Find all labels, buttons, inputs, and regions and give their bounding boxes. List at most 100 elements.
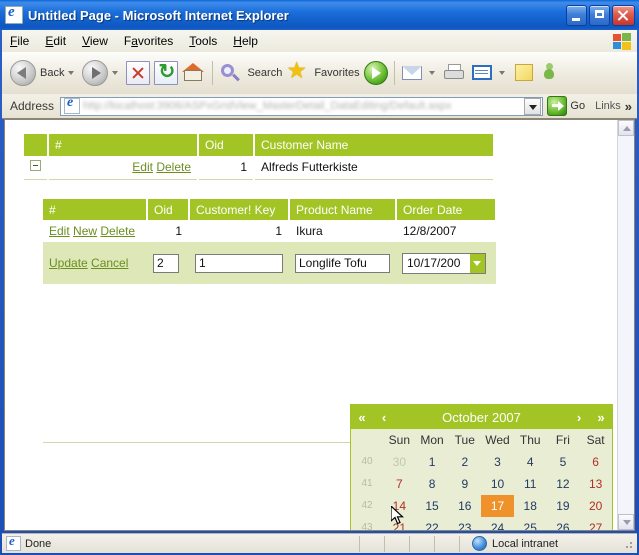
search-icon (219, 61, 243, 85)
calendar-day-cell[interactable]: 9 (448, 473, 481, 495)
mail-button[interactable] (399, 56, 441, 90)
prev-year-button[interactable]: « (351, 410, 373, 425)
resize-grip[interactable] (622, 538, 634, 550)
calendar-day-cell[interactable]: 12 (547, 473, 580, 495)
calendar-day-cell[interactable]: 20 (579, 495, 612, 517)
menu-item-file[interactable]: FFileile (2, 32, 37, 50)
next-year-button[interactable]: » (590, 410, 612, 425)
calendar-day-cell[interactable]: 25 (514, 517, 547, 530)
calendar-day-cell[interactable]: 30 (383, 451, 416, 473)
print-button[interactable] (441, 56, 469, 90)
menu-item-tools[interactable]: Tools (181, 32, 225, 50)
master-edit-link[interactable]: Edit (132, 160, 153, 174)
calendar-day-cell[interactable]: 24 (481, 517, 514, 530)
maximize-button[interactable] (589, 5, 610, 26)
calendar-day-cell[interactable]: 22 (416, 517, 449, 530)
calendar-day-cell[interactable]: 26 (547, 517, 580, 530)
calendar-day-cell[interactable]: 21 (383, 517, 416, 530)
favorites-button[interactable]: Favorites (284, 56, 361, 90)
minimize-button[interactable] (566, 5, 587, 26)
scroll-down-button[interactable] (618, 514, 634, 530)
mail-dropdown-caret-icon[interactable] (429, 71, 435, 75)
calendar-day-cell[interactable]: 16 (448, 495, 481, 517)
detail-col-hash: # (43, 199, 147, 220)
oid-input[interactable] (153, 254, 179, 273)
calendar-day-cell[interactable]: 19 (547, 495, 580, 517)
links-label[interactable]: Links (595, 100, 621, 112)
calendar-day-cell[interactable]: 15 (416, 495, 449, 517)
calendar-day-cell[interactable]: 7 (383, 473, 416, 495)
cancel-link[interactable]: Cancel (91, 256, 128, 270)
go-arrow-icon (547, 96, 567, 116)
detail-row-customer-key: 1 (189, 220, 289, 242)
calendar-day-cell[interactable]: 17 (481, 495, 514, 517)
menu-item-edit[interactable]: Edit (37, 32, 74, 50)
calendar-day-cell[interactable]: 6 (579, 451, 612, 473)
calendar-day-name-5: Fri (547, 433, 580, 447)
calendar-day-cell[interactable]: 18 (514, 495, 547, 517)
chevron-overflow-icon[interactable]: » (625, 99, 632, 114)
calendar-day-cell[interactable]: 11 (514, 473, 547, 495)
ie-page-icon (5, 6, 23, 24)
detail-new-link[interactable]: New (73, 224, 97, 238)
collapse-icon[interactable] (30, 160, 41, 171)
back-dropdown-caret-icon[interactable] (68, 71, 74, 75)
master-grid-header-row: # Oid Customer Name (24, 134, 494, 156)
customer-key-input[interactable] (195, 254, 283, 273)
calendar-day-cell[interactable]: 10 (481, 473, 514, 495)
search-button[interactable]: Search (217, 56, 284, 90)
notes-button[interactable] (511, 56, 539, 90)
calendar-day-cell[interactable]: 2 (448, 451, 481, 473)
edit-button[interactable] (469, 56, 511, 90)
menu-item-favorites[interactable]: Favorites (116, 32, 181, 50)
globe-icon (472, 536, 487, 551)
master-row-expander-cell[interactable] (24, 156, 48, 179)
calendar-day-cell[interactable]: 3 (481, 451, 514, 473)
star-icon (286, 61, 310, 85)
media-button[interactable] (362, 56, 390, 90)
detail-row-product-name: Ikura (289, 220, 396, 242)
calendar-day-cell[interactable]: 27 (579, 517, 612, 530)
calendar-day-cell[interactable]: 5 (547, 451, 580, 473)
calendar-day-cell[interactable]: 4 (514, 451, 547, 473)
calendar-day-cell[interactable]: 13 (579, 473, 612, 495)
order-date-picker[interactable]: 10/17/200 (402, 253, 486, 274)
window-title: Untitled Page - Microsoft Internet Explo… (28, 8, 566, 23)
forward-button[interactable] (80, 56, 124, 90)
next-month-button[interactable]: › (568, 410, 590, 425)
address-dropdown-button[interactable] (524, 98, 541, 115)
browser-toolbar: Back Search Favorites (2, 52, 637, 95)
go-button[interactable]: Go (547, 96, 585, 116)
vertical-scrollbar[interactable] (617, 120, 634, 530)
calendar-day-cell[interactable]: 23 (448, 517, 481, 530)
menu-item-view[interactable]: View (74, 32, 116, 50)
update-link[interactable]: Update (49, 256, 88, 270)
messenger-button[interactable] (539, 56, 567, 90)
security-zone[interactable]: Local intranet (472, 536, 622, 551)
master-grid-row: Edit Delete 1 Alfreds Futterkiste (24, 156, 494, 179)
calendar-day-cell[interactable]: 8 (416, 473, 449, 495)
detail-delete-link[interactable]: Delete (100, 224, 135, 238)
back-button[interactable]: Back (8, 56, 80, 90)
calendar-day-cell[interactable]: 1 (416, 451, 449, 473)
menu-item-help[interactable]: Help (225, 32, 266, 50)
scroll-up-button[interactable] (618, 120, 634, 136)
edit-dropdown-caret-icon[interactable] (499, 71, 505, 75)
prev-month-button[interactable]: ‹ (373, 410, 395, 425)
close-button[interactable] (612, 5, 635, 26)
calendar-dropdown-icon[interactable] (470, 254, 485, 273)
calendar-title[interactable]: October 2007 (395, 410, 568, 425)
refresh-button[interactable] (152, 56, 180, 90)
address-input[interactable]: http://localhost:3906/ASPxGridView_Maste… (60, 97, 543, 116)
home-button[interactable] (180, 56, 208, 90)
messenger-icon (541, 61, 565, 85)
calendar-week-number: 42 (351, 495, 383, 517)
mail-icon (401, 61, 425, 85)
detail-col-oid: Oid (147, 199, 189, 220)
detail-edit-link[interactable]: Edit (49, 224, 70, 238)
forward-dropdown-caret-icon[interactable] (112, 71, 118, 75)
calendar-day-cell[interactable]: 14 (383, 495, 416, 517)
stop-button[interactable] (124, 56, 152, 90)
product-name-input[interactable] (295, 254, 390, 273)
master-delete-link[interactable]: Delete (156, 160, 191, 174)
